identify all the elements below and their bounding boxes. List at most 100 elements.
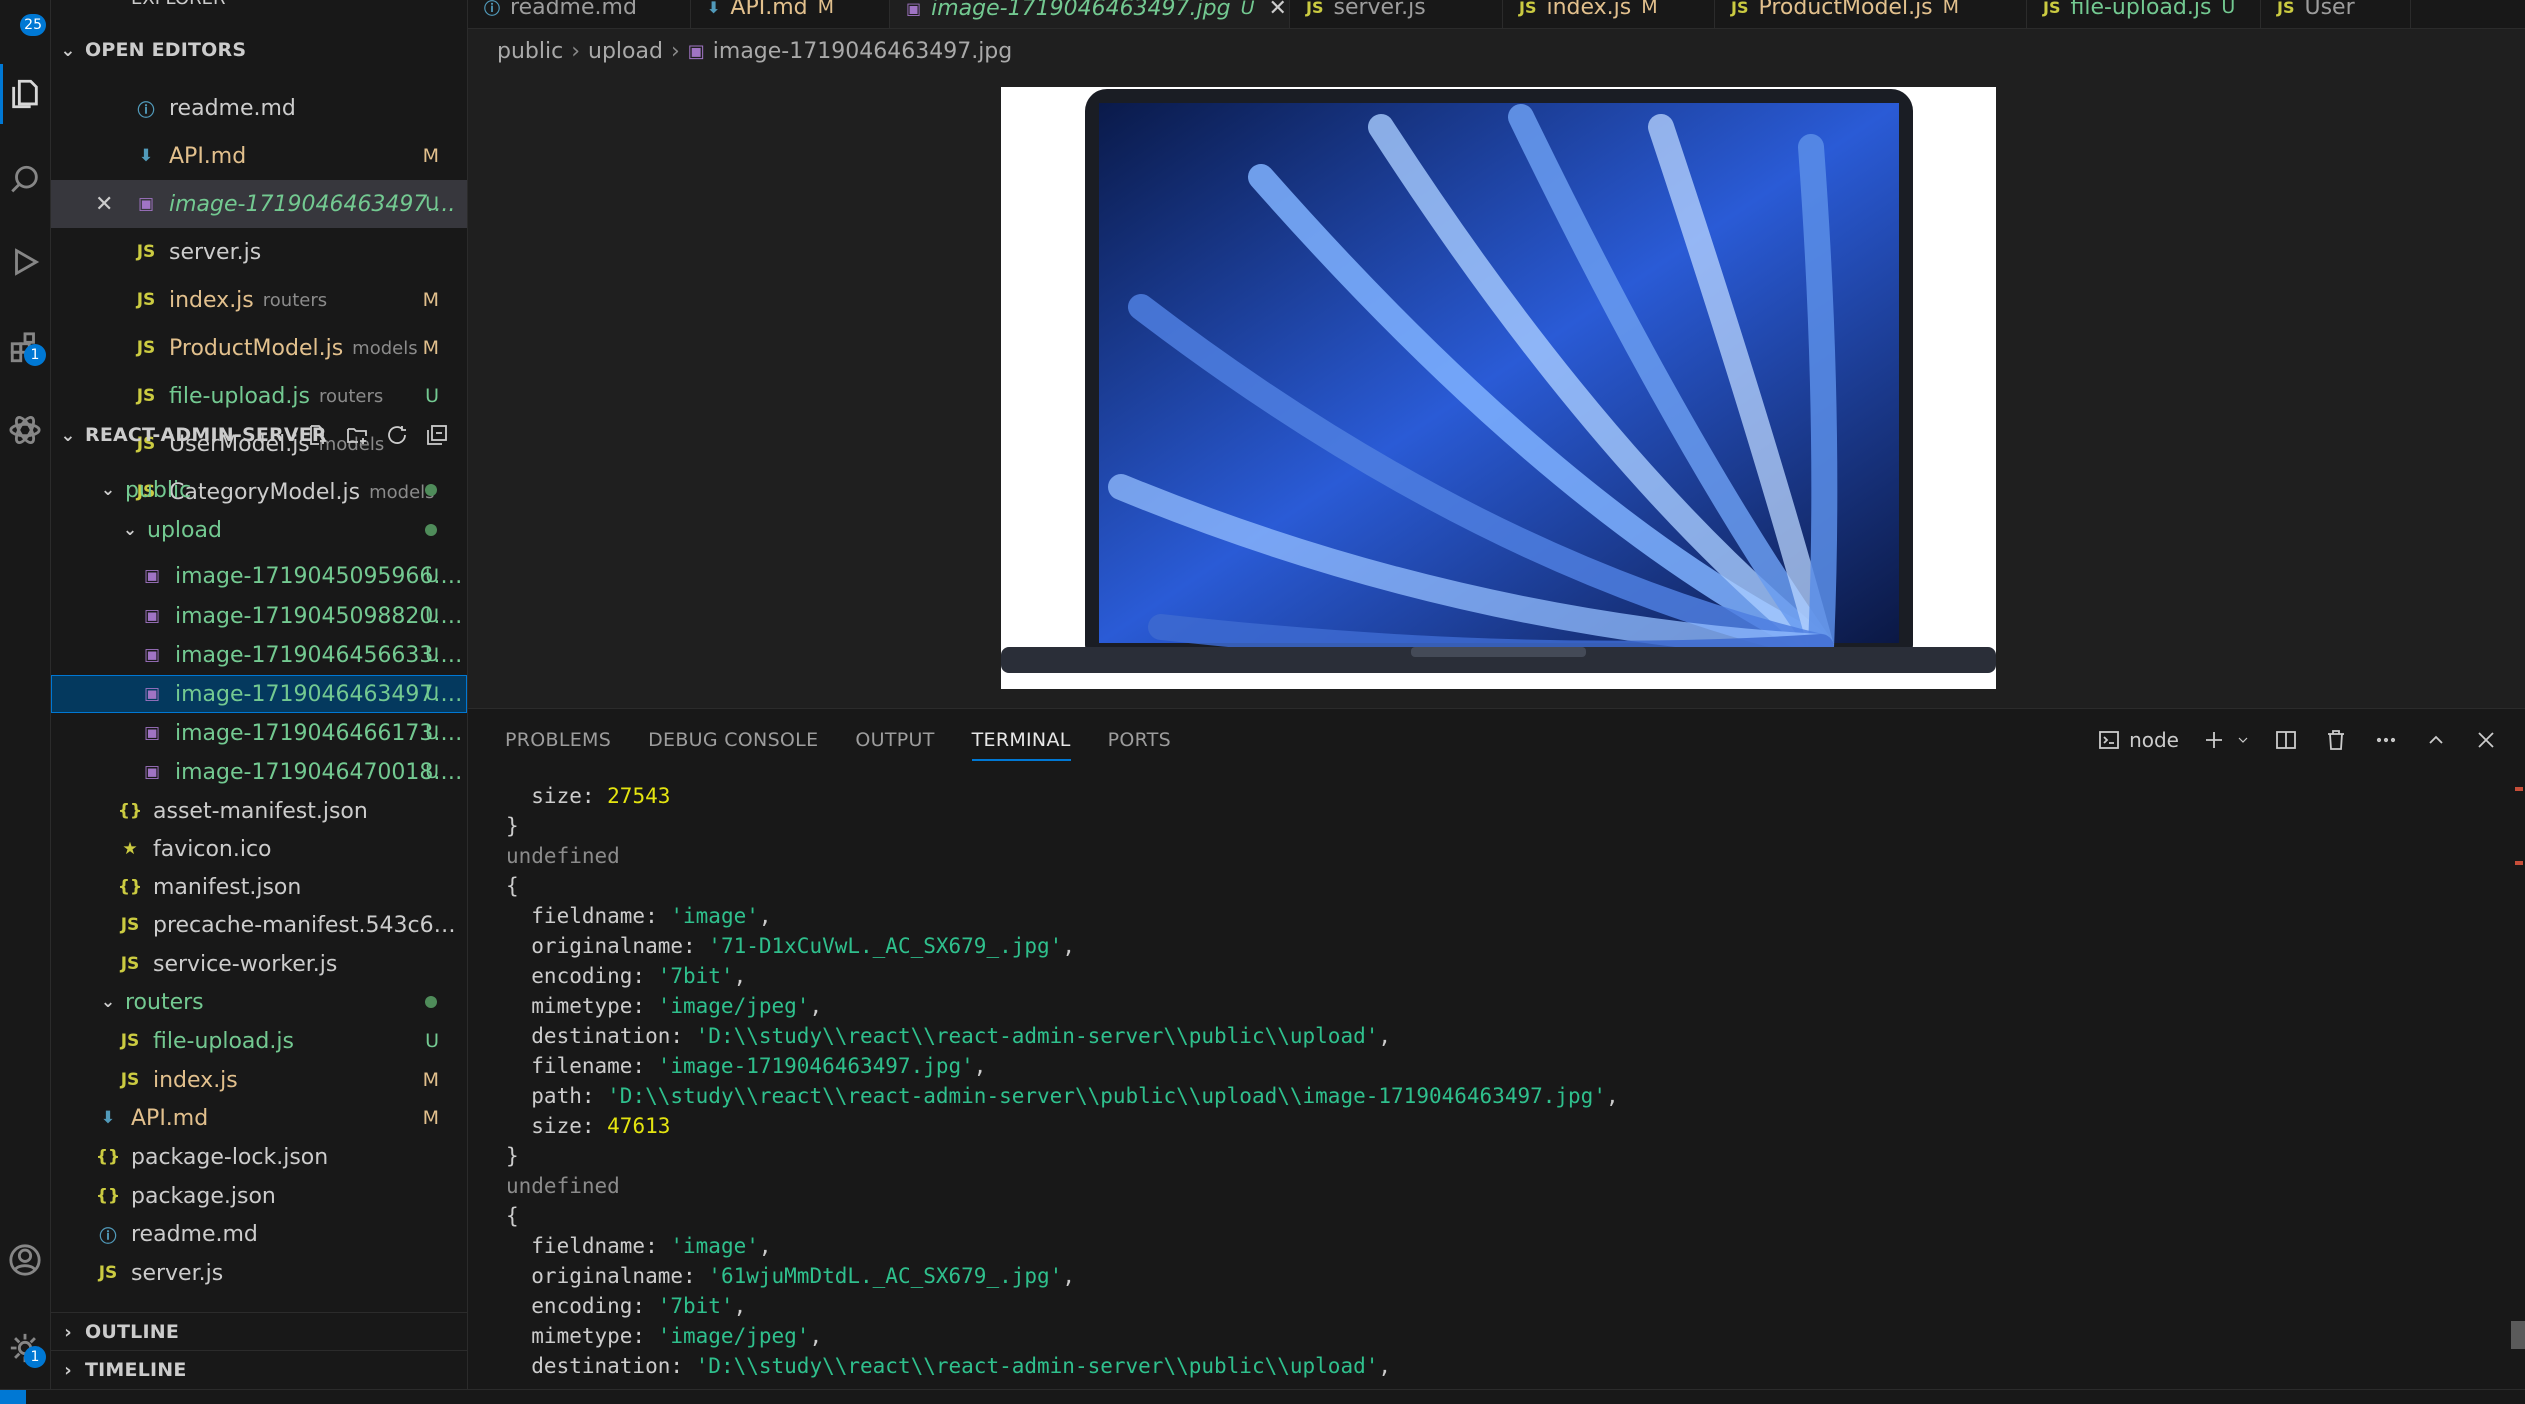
terminal-token: mimetype: [506, 1324, 658, 1348]
editor-tab[interactable]: JS index.js M [1503, 0, 1715, 28]
timeline-header[interactable]: › TIMELINE [51, 1350, 467, 1389]
file-name: image-1719046456633.jpg [175, 642, 467, 668]
collapse-all-icon[interactable] [424, 422, 450, 448]
open-editor-item[interactable]: JS file-upload.js routers U [51, 372, 467, 420]
image-icon: ▣ [143, 606, 161, 626]
folder-item[interactable]: ⌄ public [51, 471, 467, 509]
search-icon[interactable] [0, 150, 50, 210]
terminal-line: size: 47613 [506, 1111, 2465, 1141]
project-header[interactable]: ⌄ REACT-ADMIN-SERVER [51, 416, 467, 454]
terminal-token: 27543 [607, 784, 671, 808]
new-folder-icon[interactable] [344, 422, 370, 448]
tree-file-item[interactable]: ▣ image-1719046466173.jpg U [51, 714, 467, 752]
js-icon: JS [120, 1031, 140, 1051]
terminal-token: destination: [506, 1024, 696, 1048]
refresh-icon[interactable] [384, 422, 410, 448]
open-editor-item[interactable]: JS server.js [51, 228, 467, 276]
tree-file-item[interactable]: JS server.js [51, 1254, 467, 1292]
editor-tab[interactable]: ⬇ API.md M [691, 0, 890, 28]
tab-label: User [2304, 0, 2355, 20]
terminal-token: path: [506, 1084, 608, 1108]
terminal-output[interactable]: size: 27543} undefined { fieldname: 'image… [506, 781, 2465, 1391]
explorer-icon[interactable] [0, 64, 50, 124]
tree-file-item[interactable]: {} package-lock.json [51, 1138, 467, 1176]
tree-file-item[interactable]: ▣ image-1719046456633.jpg U [51, 636, 467, 674]
markdown-icon: ⬇ [707, 0, 721, 17]
tree-file-item[interactable]: JS service-worker.js [51, 945, 467, 983]
terminal-token: destination: [506, 1354, 696, 1378]
terminal-token: size: [506, 784, 608, 808]
trash-icon[interactable] [2321, 725, 2351, 755]
open-editor-item[interactable]: ⬇ API.md M [51, 132, 467, 180]
tree-file-item[interactable]: ▣ image-1719045098820.jpg U [51, 597, 467, 635]
file-folder-hint: routers [318, 385, 384, 407]
open-editor-item[interactable]: JS ProductModel.js models M [51, 324, 467, 372]
folder-item[interactable]: ⌄ routers [51, 983, 467, 1021]
tree-file-item[interactable]: {} manifest.json [51, 868, 467, 906]
run-debug-icon[interactable] [0, 232, 50, 292]
terminal-line: mimetype: 'image/jpeg', [506, 1321, 2465, 1351]
tree-file-item[interactable]: JS file-upload.js U [51, 1022, 467, 1060]
tree-file-item[interactable]: ⓘ readme.md [51, 1215, 467, 1253]
open-editor-item[interactable]: ✕ ▣ image-1719046463497.... U [51, 180, 467, 228]
editor-tab[interactable]: ▣ image-1719046463497.jpg U ✕ [890, 0, 1290, 28]
tree-file-item[interactable]: ★ favicon.ico [51, 830, 467, 868]
editor-tab[interactable]: JS server.js [1290, 0, 1503, 28]
folder-item[interactable]: ⌄ upload [51, 511, 467, 549]
new-file-icon[interactable] [304, 422, 330, 448]
tree-file-item[interactable]: ▣ image-1719046470018.jpg U [51, 753, 467, 791]
tree-file-item[interactable]: ⬇ API.md M [51, 1099, 467, 1137]
terminal-line: { [506, 1201, 2465, 1231]
tab-terminal[interactable]: TERMINAL [971, 709, 1071, 771]
editor-tab[interactable]: JS User [2261, 0, 2411, 28]
terminal-scrollbar[interactable] [2511, 1321, 2525, 1349]
tab-label: file-upload.js [2070, 0, 2212, 20]
git-status-badge: U [425, 761, 439, 783]
editor-tab[interactable]: JS ProductModel.js M [1715, 0, 2027, 28]
accounts-sync-icon[interactable]: 25 [0, 0, 50, 38]
tree-file-item[interactable]: ▣ image-1719045095966.jpg U [51, 557, 467, 595]
breadcrumb-item[interactable]: upload [588, 39, 663, 64]
tab-output[interactable]: OUTPUT [855, 709, 934, 771]
tab-debug-console[interactable]: DEBUG CONSOLE [648, 709, 818, 771]
chevron-down-icon[interactable] [2235, 725, 2251, 755]
file-name: precache-manifest.543c6b99485... [153, 912, 467, 938]
close-panel-icon[interactable] [2471, 725, 2501, 755]
more-actions-icon[interactable] [2371, 725, 2401, 755]
tab-problems[interactable]: PROBLEMS [505, 709, 611, 771]
outline-header[interactable]: › OUTLINE [51, 1312, 467, 1351]
tree-file-item[interactable]: ▣ image-1719046463497.jpg U [51, 675, 467, 713]
breadcrumb-item[interactable]: public [497, 39, 563, 64]
terminal-selector[interactable]: node [2097, 725, 2179, 755]
chevron-right-icon: › [670, 38, 680, 64]
react-extension-icon[interactable] [0, 400, 50, 460]
notification-badge: 25 [20, 14, 46, 36]
manage-gear-icon[interactable]: 1 [0, 1318, 50, 1378]
breadcrumb-item[interactable]: image-1719046463497.jpg [713, 39, 1012, 64]
terminal-line: encoding: '7bit', [506, 961, 2465, 991]
git-status-badge: U [1240, 0, 1255, 19]
tree-file-item[interactable]: {} package.json [51, 1177, 467, 1215]
open-editor-item[interactable]: JS index.js routers M [51, 276, 467, 324]
js-icon: JS [136, 386, 156, 406]
remote-indicator[interactable] [0, 1390, 26, 1404]
accounts-icon[interactable] [0, 1230, 50, 1290]
close-icon[interactable]: ✕ [95, 192, 113, 217]
editor-tab[interactable]: ⓘ readme.md [468, 0, 691, 28]
editor-tab[interactable]: JS file-upload.js U [2027, 0, 2261, 28]
maximize-panel-icon[interactable] [2421, 725, 2451, 755]
close-tab-icon[interactable]: ✕ [1269, 0, 1287, 21]
terminal-token: 'image' [670, 1234, 759, 1258]
tree-file-item[interactable]: {} asset-manifest.json [51, 792, 467, 830]
git-status-dot [425, 484, 437, 496]
tree-file-item[interactable]: JS index.js M [51, 1061, 467, 1099]
extensions-icon[interactable]: 1 [0, 318, 50, 378]
tab-ports[interactable]: PORTS [1108, 709, 1171, 771]
open-editors-header[interactable]: ⌄ OPEN EDITORS [51, 31, 467, 69]
tree-file-item[interactable]: JS precache-manifest.543c6b99485... [51, 906, 467, 944]
scrollbar-marker [2515, 787, 2523, 791]
split-terminal-icon[interactable] [2271, 725, 2301, 755]
open-editor-item[interactable]: ⓘ readme.md [51, 84, 467, 132]
new-terminal-icon[interactable] [2199, 725, 2229, 755]
file-name: file-upload.js [153, 1028, 294, 1054]
